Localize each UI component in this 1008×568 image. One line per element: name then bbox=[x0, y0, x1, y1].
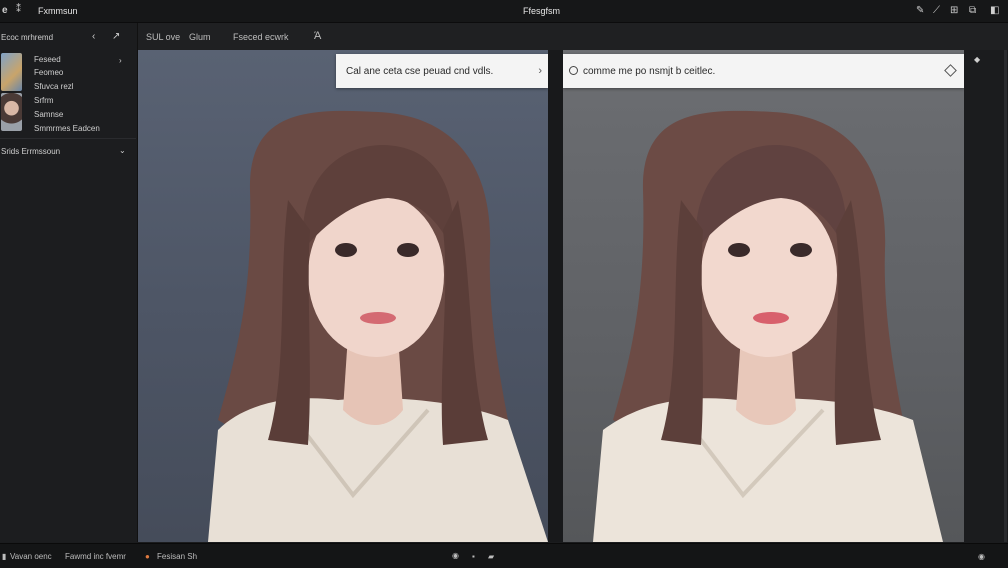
settings-dot-icon[interactable]: ◉ bbox=[978, 552, 985, 561]
chevron-down-icon[interactable]: ⌄ bbox=[119, 146, 126, 156]
sidebar-item[interactable]: Sfuvca rezl bbox=[34, 82, 74, 91]
folder-icon[interactable]: ▰ bbox=[488, 552, 494, 561]
toolbar: SUL ove Glum Fseced ecwrk Ά bbox=[138, 23, 1008, 50]
thumbnail-1[interactable] bbox=[1, 53, 22, 91]
menu-icon[interactable]: ⁑ bbox=[16, 5, 21, 15]
sidebar-item[interactable]: Srfrm bbox=[34, 96, 54, 105]
canvas-left[interactable]: Cal ane ceta cse peuad cnd vdls. › bbox=[138, 50, 548, 542]
chevron-right-icon[interactable]: › bbox=[538, 65, 542, 77]
sidebar: Ecoc mrhremd ‹ ↗ Feseed › Feomeo Sfuvca … bbox=[0, 23, 138, 542]
radio-icon[interactable] bbox=[569, 66, 578, 75]
pin-icon[interactable]: ◆ bbox=[974, 55, 980, 65]
portrait-right bbox=[593, 110, 943, 542]
panel-divider[interactable] bbox=[548, 50, 563, 542]
sidebar-section[interactable]: Srids Errmssoun bbox=[1, 147, 60, 156]
status-item-3[interactable]: Fesisan Sh bbox=[157, 552, 197, 561]
globe-icon[interactable]: ◉ bbox=[452, 551, 459, 560]
brush-icon[interactable]: ⟋ bbox=[933, 6, 940, 16]
prompt-card-left[interactable]: Cal ane ceta cse peuad cnd vdls. › bbox=[336, 54, 548, 88]
sidebar-item[interactable]: Smmrmes Eadcen bbox=[34, 124, 100, 133]
right-rail: ◆ bbox=[964, 50, 1008, 542]
sidebar-item[interactable]: Feomeo bbox=[34, 68, 63, 77]
prompt-card-right[interactable]: comme me po nsmjt b ceitlec. bbox=[563, 54, 964, 88]
prompt-text-left: Cal ane ceta cse peuad cnd vdls. bbox=[346, 66, 494, 77]
scrollbar[interactable] bbox=[1004, 50, 1007, 542]
pen-icon[interactable]: ✎ bbox=[916, 6, 924, 16]
toolbar-item-1[interactable]: SUL ove bbox=[146, 32, 180, 42]
diamond-icon[interactable] bbox=[944, 64, 957, 77]
chevron-left-icon[interactable]: ‹ bbox=[92, 32, 95, 42]
toolbar-item-3[interactable]: Fseced ecwrk bbox=[233, 32, 289, 42]
grid-icon[interactable]: ⊞ bbox=[950, 6, 958, 16]
font-icon[interactable]: Ά bbox=[314, 30, 321, 42]
status-bar: ▮ Vavan oenc Fawmd inc fvemr ● Fesisan S… bbox=[0, 543, 1008, 568]
panel-icon[interactable]: ◧ bbox=[990, 6, 999, 16]
edit-icon[interactable]: ↗ bbox=[112, 32, 120, 42]
export-icon[interactable]: ⧉ bbox=[969, 6, 976, 16]
prompt-text-right: comme me po nsmjt b ceitlec. bbox=[583, 66, 716, 77]
sidebar-item[interactable]: Samnse bbox=[34, 110, 63, 119]
portrait-left bbox=[208, 110, 548, 542]
expand-icon[interactable]: › bbox=[119, 56, 122, 66]
toolbar-item-2[interactable]: Glum bbox=[189, 32, 211, 42]
window-title: Ffesgfsm bbox=[523, 6, 561, 16]
canvas-right[interactable]: comme me po nsmjt b ceitlec. bbox=[563, 50, 964, 542]
sidebar-header: Ecoc mrhremd bbox=[1, 33, 54, 42]
status-item-2[interactable]: Fawmd inc fvemr bbox=[65, 552, 126, 561]
status-marker: ▮ bbox=[2, 552, 7, 561]
thumbnail-2[interactable] bbox=[1, 93, 22, 131]
app-logo-icon: e bbox=[2, 5, 8, 16]
stop-icon[interactable]: ▪ bbox=[472, 552, 475, 561]
sidebar-item[interactable]: Feseed bbox=[34, 55, 61, 64]
record-icon[interactable]: ● bbox=[145, 552, 150, 561]
divider bbox=[0, 138, 136, 139]
title-bar: e ⁑ Fxmmsun Ffesgfsm ✎ ⟋ ⊞ ⧉ ◧ bbox=[0, 0, 1008, 23]
app-name: Fxmmsun bbox=[38, 6, 78, 16]
status-item-1[interactable]: Vavan oenc bbox=[10, 552, 52, 561]
